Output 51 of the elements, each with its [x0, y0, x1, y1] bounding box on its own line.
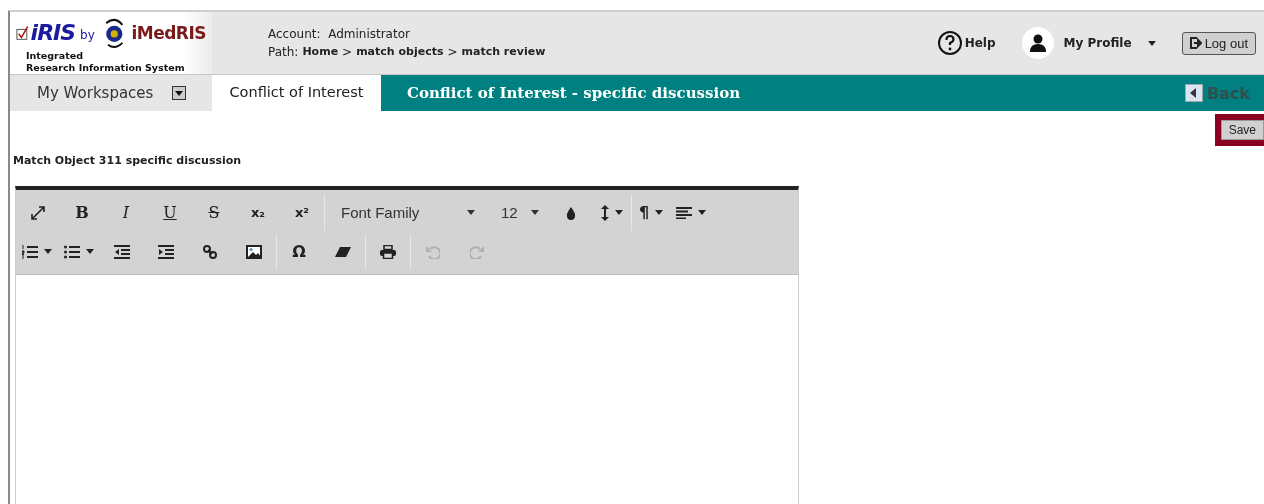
- line-height-icon: [601, 204, 609, 221]
- account-label: Account:: [268, 27, 321, 41]
- logo-tagline: Research Information System: [26, 61, 186, 74]
- page-title: Conflict of Interest - specific discussion: [407, 84, 741, 102]
- print-icon: [380, 244, 396, 259]
- expand-icon: [31, 205, 45, 220]
- symbol-button[interactable]: Ω: [277, 233, 321, 270]
- workspaces-menu[interactable]: My Workspaces: [10, 75, 212, 111]
- numbered-list-icon: [22, 244, 38, 259]
- logout-icon: [1189, 37, 1202, 49]
- align-icon: [676, 206, 692, 219]
- link-icon: [203, 244, 217, 259]
- profile-menu[interactable]: My Profile: [1021, 27, 1156, 59]
- bold-button[interactable]: B: [60, 194, 104, 231]
- logo-text: by: [80, 27, 95, 44]
- redo-icon: [470, 244, 484, 259]
- italic-button[interactable]: I: [104, 194, 148, 231]
- symbol-button[interactable]: ¶: [632, 194, 670, 231]
- drop-icon: [566, 205, 576, 220]
- path-separator: >: [447, 44, 458, 61]
- script-button[interactable]: x₂: [236, 194, 280, 231]
- checkbox-icon: [16, 25, 29, 41]
- breadcrumb-link[interactable]: Home: [302, 43, 339, 61]
- font-size-select[interactable]: 12: [485, 194, 549, 231]
- user-icon: [1028, 34, 1047, 52]
- eraser-icon: [335, 245, 351, 258]
- script-button[interactable]: x²: [280, 194, 324, 231]
- back-icon: [1184, 84, 1203, 102]
- dropdown-icon: [172, 86, 186, 100]
- bullet-list-icon: [64, 244, 80, 259]
- font-family-select[interactable]: Font Family: [325, 194, 485, 231]
- underline-button[interactable]: U: [148, 194, 192, 231]
- field-label: Match Object 311 specific discussion: [13, 154, 243, 167]
- logo-text: iRIS: [30, 22, 76, 44]
- path-label: Path:: [268, 44, 299, 61]
- breadcrumb-link[interactable]: match objects: [356, 43, 444, 61]
- logo-tagline: Integrated: [26, 50, 84, 62]
- caret-icon: [1147, 40, 1156, 46]
- outdent-icon: [114, 244, 130, 259]
- logo-text: iMedRIS: [131, 23, 206, 43]
- indent-icon: [158, 244, 174, 259]
- path-separator: >: [342, 44, 353, 61]
- help-link[interactable]: Help: [936, 30, 996, 56]
- image-icon: [246, 244, 262, 259]
- strikethrough-button[interactable]: S: [192, 194, 236, 231]
- breadcrumb-link[interactable]: match review: [461, 43, 546, 61]
- undo-icon: [426, 244, 440, 259]
- logout-button[interactable]: Log out: [1181, 31, 1256, 55]
- help-icon: [936, 30, 963, 56]
- account-name: Administrator: [328, 27, 410, 41]
- save-button[interactable]: Save: [1214, 114, 1264, 146]
